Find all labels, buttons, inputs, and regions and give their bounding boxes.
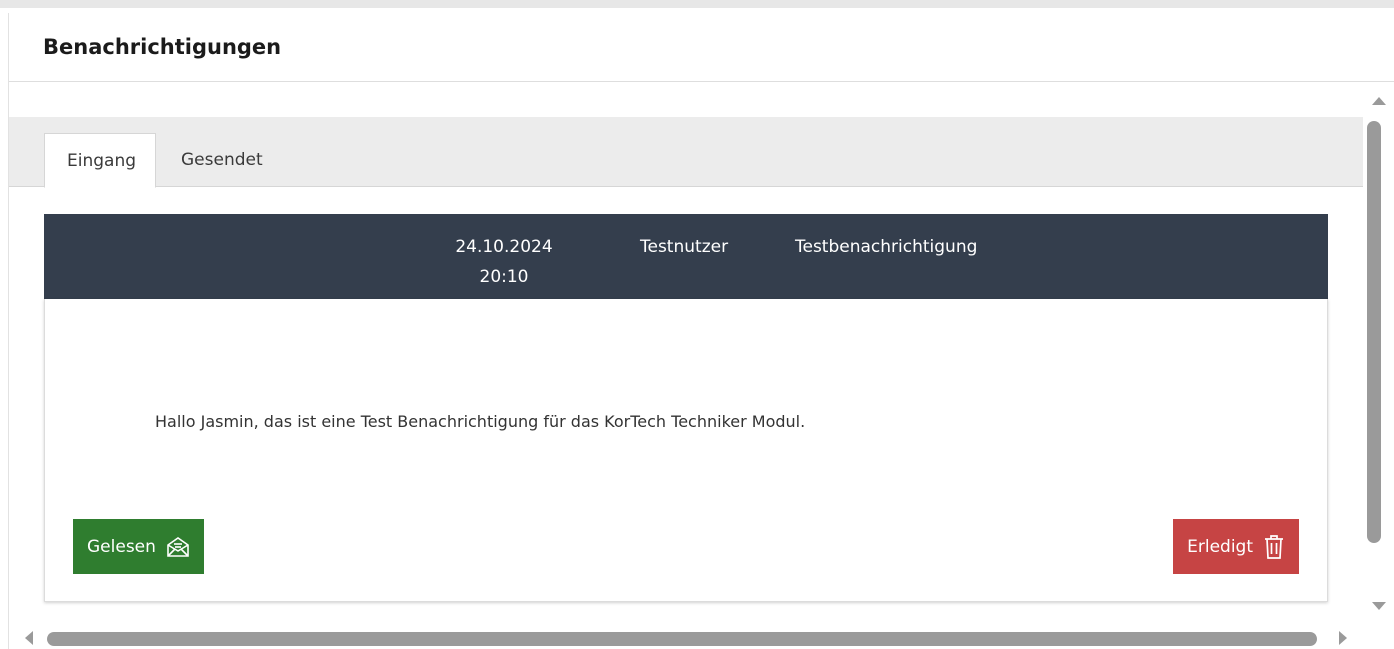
notifications-panel: Benachrichtigungen Eingang Gesendet 24.1… xyxy=(8,13,1394,649)
horizontal-scrollbar[interactable] xyxy=(9,627,1363,649)
tab-bar: Eingang Gesendet xyxy=(9,117,1363,188)
message-subject: Testbenachrichtigung xyxy=(795,237,978,257)
horizontal-scroll-thumb[interactable] xyxy=(47,632,1317,646)
done-label: Erledigt xyxy=(1187,536,1253,557)
tab-gesendet[interactable]: Gesendet xyxy=(159,133,285,187)
mark-read-label: Gelesen xyxy=(87,536,156,557)
scroll-left-icon[interactable] xyxy=(25,631,33,645)
tab-eingang[interactable]: Eingang xyxy=(44,133,156,188)
scroll-area[interactable]: Eingang Gesendet 24.10.2024 20:10 Testnu… xyxy=(9,83,1394,649)
message-body: Hallo Jasmin, das ist eine Test Benachri… xyxy=(44,299,1328,602)
message-date: 24.10.2024 xyxy=(455,237,553,257)
message-header[interactable]: 24.10.2024 20:10 Testnutzer Testbenachri… xyxy=(44,214,1328,299)
message-sender: Testnutzer xyxy=(640,237,729,257)
scroll-up-icon[interactable] xyxy=(1372,97,1386,105)
mark-read-button[interactable]: Gelesen xyxy=(73,519,204,574)
trash-icon xyxy=(1263,534,1285,560)
message-datetime: 24.10.2024 20:10 xyxy=(424,232,584,292)
message-time: 20:10 xyxy=(479,267,529,287)
panel-header: Benachrichtigungen xyxy=(9,13,1394,82)
scroll-right-icon[interactable] xyxy=(1339,631,1347,645)
top-divider xyxy=(0,0,1394,8)
done-button[interactable]: Erledigt xyxy=(1173,519,1299,574)
vertical-scrollbar[interactable] xyxy=(1363,83,1394,619)
vertical-scroll-thumb[interactable] xyxy=(1367,121,1381,543)
scroll-down-icon[interactable] xyxy=(1372,602,1386,610)
message-text: Hallo Jasmin, das ist eine Test Benachri… xyxy=(155,412,806,431)
envelope-open-icon xyxy=(166,535,190,559)
page-title: Benachrichtigungen xyxy=(43,35,282,59)
